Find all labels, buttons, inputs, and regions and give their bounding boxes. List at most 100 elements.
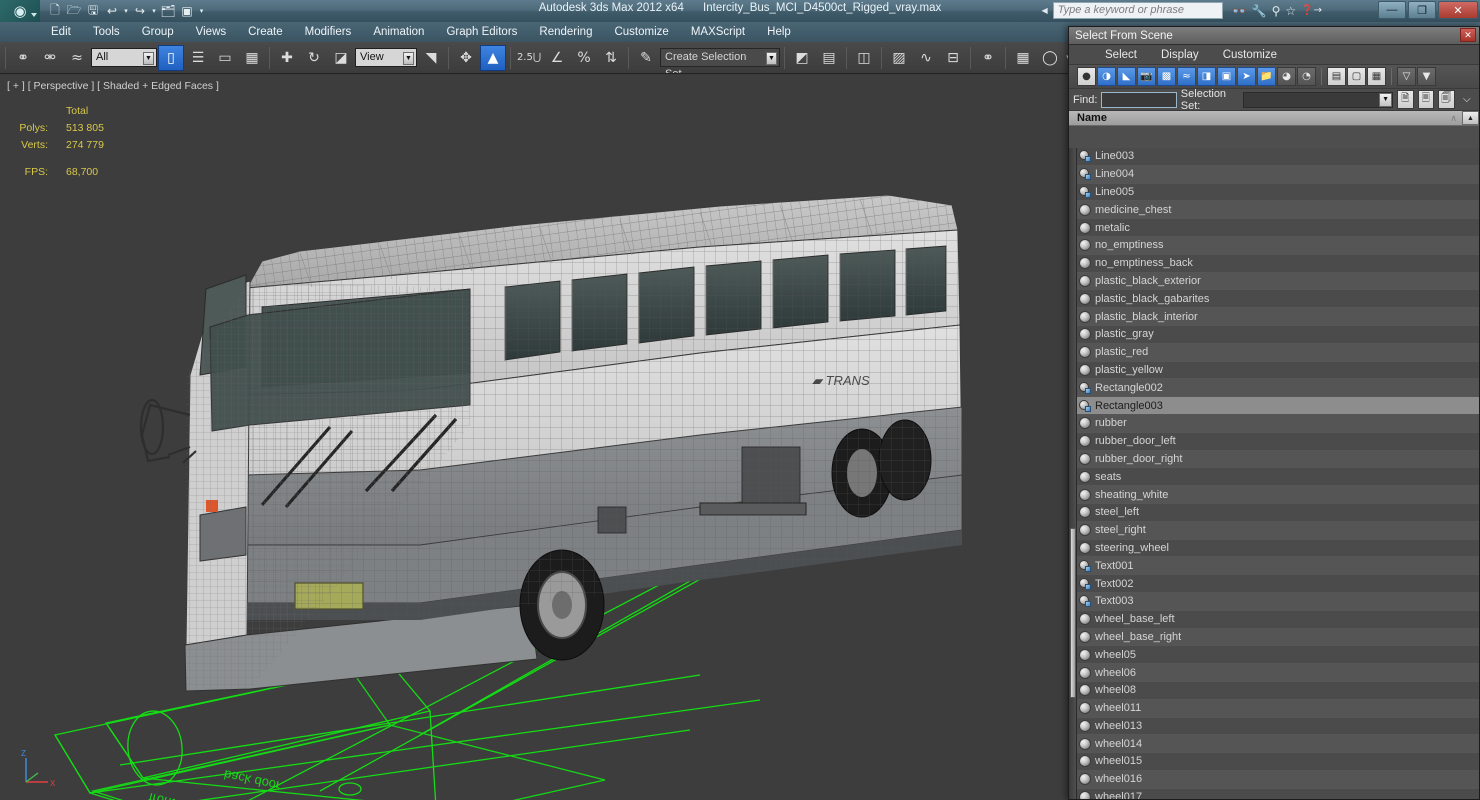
toggle-ribbon-icon[interactable]: ▨: [886, 45, 912, 71]
add-to-set-icon[interactable]: 🗏: [1417, 90, 1435, 109]
list-item[interactable]: plastic_gray: [1077, 325, 1479, 344]
list-item[interactable]: wheel_base_right: [1077, 628, 1479, 647]
dialog-menu-select[interactable]: Select: [1093, 49, 1149, 61]
list-item[interactable]: metalic: [1077, 219, 1479, 237]
list-item[interactable]: plastic_yellow: [1077, 361, 1479, 380]
menu-item-maxscript[interactable]: MAXScript: [680, 22, 756, 42]
list-item[interactable]: rubber_door_right: [1077, 450, 1479, 469]
rectangular-select-region-icon[interactable]: ▭: [212, 45, 238, 71]
keyboard-shortcut-override-icon[interactable]: ▲: [480, 44, 506, 71]
display-bones-icon[interactable]: ➤: [1237, 67, 1256, 86]
chevron-down-icon[interactable]: ▼: [766, 52, 777, 65]
menu-item-rendering[interactable]: Rendering: [528, 22, 603, 42]
list-item[interactable]: no_emptiness: [1077, 236, 1479, 255]
display-external-refs-icon[interactable]: ▣: [1217, 67, 1236, 86]
filter-icon[interactable]: ▽: [1397, 67, 1416, 86]
display-helpers-icon[interactable]: ▩: [1157, 67, 1176, 86]
select-and-scale-icon[interactable]: ◪: [328, 45, 354, 71]
use-pivot-center-icon[interactable]: ◥: [418, 45, 444, 71]
app-menu-chevron-icon[interactable]: [31, 13, 37, 17]
list-item[interactable]: steel_left: [1077, 503, 1479, 522]
close-icon[interactable]: ✕: [1460, 28, 1476, 42]
redo-dropdown-icon[interactable]: ▾: [150, 2, 158, 20]
qat-dropdown-icon[interactable]: ▾: [197, 2, 206, 20]
list-item[interactable]: plastic_black_gabarites: [1077, 290, 1479, 309]
list-item[interactable]: steel_right: [1077, 521, 1479, 540]
advanced-filter-icon[interactable]: ▼: [1417, 67, 1436, 86]
list-item[interactable]: wheel016: [1077, 770, 1479, 789]
subtract-from-set-icon[interactable]: 🗐: [1438, 90, 1455, 109]
wrench-icon[interactable]: 🔧: [1252, 4, 1267, 18]
list-item[interactable]: wheel05: [1077, 646, 1479, 665]
list-column-header[interactable]: Name ∧ ▲: [1069, 111, 1479, 126]
select-object-icon[interactable]: ▯: [158, 44, 184, 71]
close-button[interactable]: ✕: [1438, 1, 1478, 19]
list-item[interactable]: Line003: [1077, 148, 1479, 166]
render-setup-icon[interactable]: ▦: [1010, 45, 1036, 71]
search-input[interactable]: Type a keyword or phrase: [1052, 2, 1223, 19]
display-children-icon[interactable]: ◕: [1277, 67, 1296, 86]
angle-snap-icon[interactable]: ∠: [544, 45, 570, 71]
dialog-menu-display[interactable]: Display: [1149, 49, 1211, 61]
display-geometry-icon[interactable]: ●: [1077, 67, 1096, 86]
save-file-icon[interactable]: 🖫: [84, 2, 102, 20]
select-by-name-icon[interactable]: ☰: [185, 45, 211, 71]
render-frame-window-icon[interactable]: ◯: [1037, 45, 1063, 71]
list-item[interactable]: medicine_chest: [1077, 201, 1479, 220]
layer-manager-icon[interactable]: ◫: [851, 45, 877, 71]
list-item[interactable]: sheating_white: [1077, 486, 1479, 504]
menu-item-modifiers[interactable]: Modifiers: [294, 22, 363, 42]
expand-selected-icon[interactable]: ▦: [1367, 67, 1386, 86]
list-item[interactable]: plastic_black_exterior: [1077, 272, 1479, 291]
menu-item-customize[interactable]: Customize: [603, 22, 679, 42]
undo-dropdown-icon[interactable]: ▾: [122, 2, 130, 20]
list-item[interactable]: wheel013: [1077, 717, 1479, 736]
schematic-view-icon[interactable]: ⊟: [940, 45, 966, 71]
selection-set-field[interactable]: Create Selection Set ▼: [660, 48, 780, 73]
undo-icon[interactable]: ↩: [103, 2, 121, 20]
list-item[interactable]: plastic_black_interior: [1077, 308, 1479, 326]
chevron-down-icon[interactable]: ▼: [143, 52, 154, 65]
list-item[interactable]: rubber: [1077, 414, 1479, 433]
list-item[interactable]: rubber_door_left: [1077, 432, 1479, 451]
chevron-down-icon[interactable]: ▼: [403, 52, 414, 65]
material-editor-icon[interactable]: ⚭: [975, 45, 1001, 71]
display-influences-icon[interactable]: ◔: [1297, 67, 1316, 86]
list-scrollbar[interactable]: [1069, 148, 1077, 799]
align-tool-icon[interactable]: ▤: [816, 45, 842, 71]
list-item[interactable]: Line004: [1077, 165, 1479, 184]
list-item[interactable]: no_emptiness_back: [1077, 254, 1479, 273]
select-and-manipulate-icon[interactable]: ✥: [453, 45, 479, 71]
expand-all-icon[interactable]: ▤: [1327, 67, 1346, 86]
microscope-icon[interactable]: ⚲: [1272, 4, 1281, 18]
viewport-label[interactable]: [ + ] [ Perspective ] [ Shaded + Edged F…: [7, 80, 219, 92]
window-crossing-icon[interactable]: ▦: [239, 45, 265, 71]
list-item[interactable]: Text003: [1077, 592, 1479, 611]
minimize-button[interactable]: —: [1378, 1, 1406, 19]
menu-item-edit[interactable]: Edit: [40, 22, 82, 42]
display-lights-icon[interactable]: ◣: [1117, 67, 1136, 86]
menu-item-help[interactable]: Help: [756, 22, 802, 42]
list-item[interactable]: plastic_red: [1077, 343, 1479, 362]
selection-set-input[interactable]: ▼: [1242, 91, 1394, 108]
create-new-set-icon[interactable]: 🗎: [1397, 90, 1414, 109]
list-item[interactable]: Rectangle003: [1077, 397, 1479, 415]
project-folder-icon[interactable]: 🗂: [159, 2, 177, 20]
select-and-rotate-icon[interactable]: ↻: [301, 45, 327, 71]
list-item[interactable]: wheel011: [1077, 699, 1479, 718]
sort-options-icon[interactable]: ⌵: [1459, 90, 1476, 109]
list-item[interactable]: Text002: [1077, 575, 1479, 593]
display-containers-icon[interactable]: 📁: [1257, 67, 1276, 86]
redo-icon[interactable]: ↪: [131, 2, 149, 20]
find-input[interactable]: [1101, 91, 1177, 108]
list-item[interactable]: wheel017: [1077, 788, 1479, 799]
menu-item-create[interactable]: Create: [237, 22, 294, 42]
restore-button[interactable]: ❐: [1408, 1, 1436, 19]
help-arrow-icon[interactable]: ❓→: [1301, 5, 1322, 16]
named-selection-sets-icon[interactable]: ✎: [633, 45, 659, 71]
spinner-snap-icon[interactable]: ⇅: [598, 45, 624, 71]
list-item[interactable]: Line005: [1077, 183, 1479, 202]
display-groups-icon[interactable]: ◨: [1197, 67, 1216, 86]
unlink-selection-icon[interactable]: ⚮: [37, 45, 63, 71]
scrollbar-thumb[interactable]: [1070, 528, 1076, 698]
